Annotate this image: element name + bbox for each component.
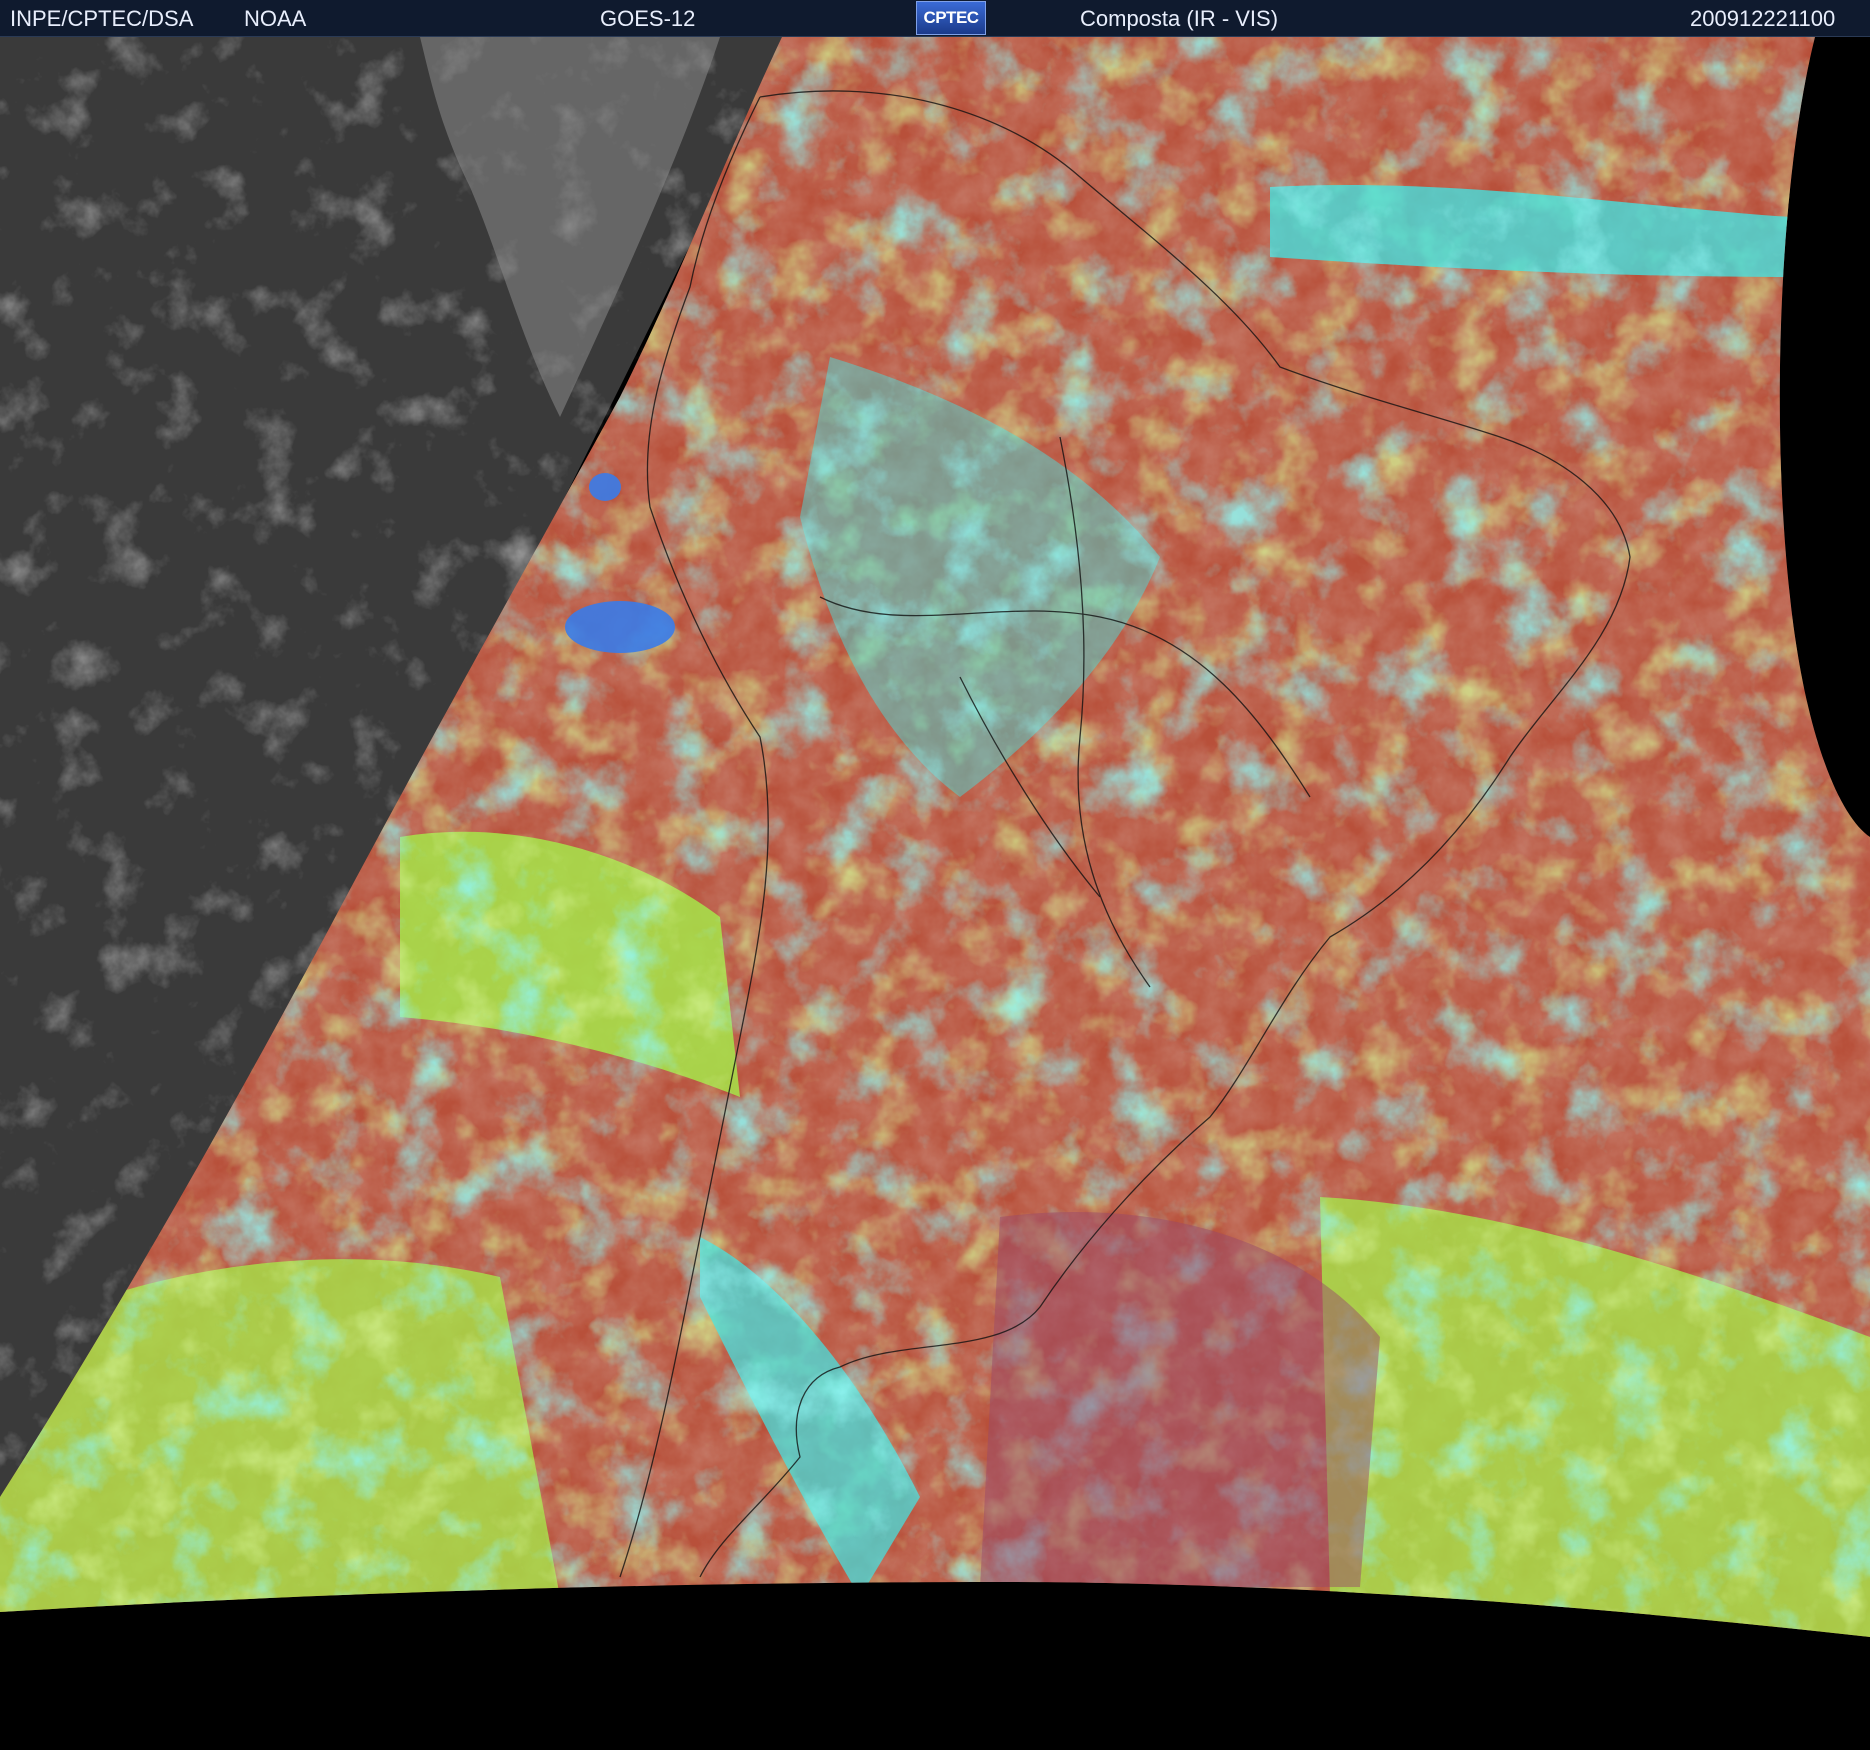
satellite-image: [0, 37, 1870, 1750]
source-label: NOAA: [244, 6, 307, 31]
cptec-logo-icon: CPTEC: [916, 1, 986, 35]
agency-label: INPE/CPTEC/DSA: [10, 6, 194, 31]
product-label: Composta (IR - VIS): [1080, 6, 1279, 31]
header-bar: INPE/CPTEC/DSA NOAA GOES-12 CPTEC Compos…: [0, 0, 1870, 37]
satellite-label: GOES-12: [600, 6, 696, 31]
timestamp-label: 200912221100: [1690, 6, 1836, 31]
logo-text: CPTEC: [923, 8, 979, 27]
